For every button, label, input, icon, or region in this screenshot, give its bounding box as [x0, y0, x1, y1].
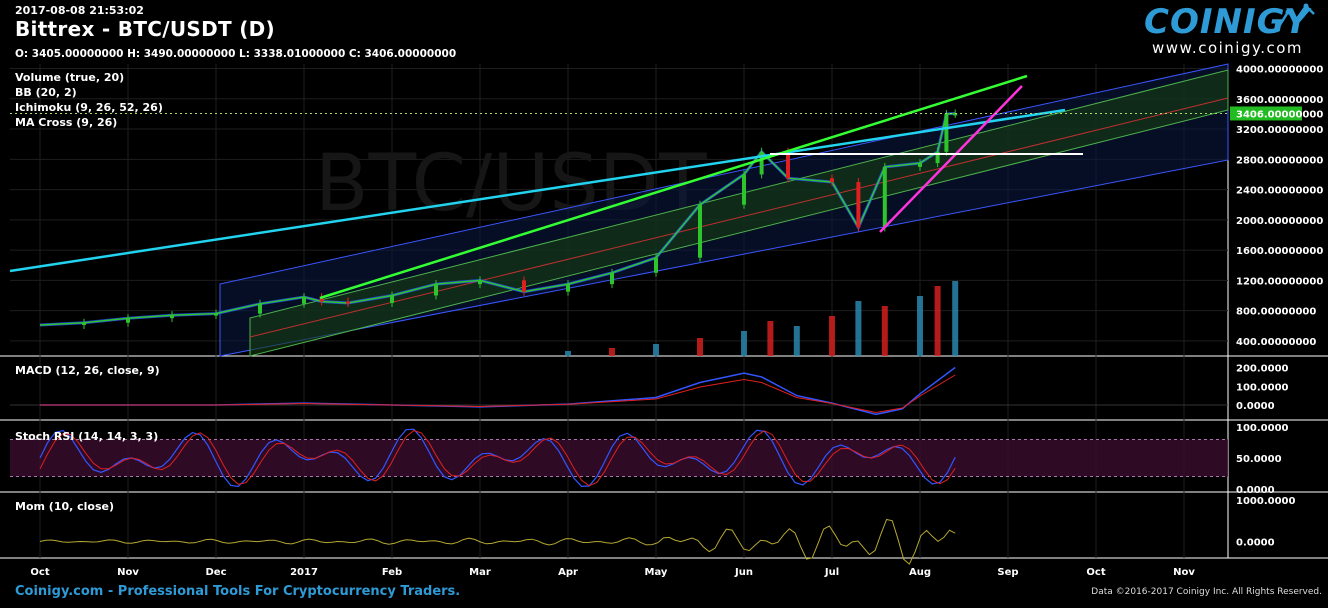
logo-brand: COINIGY: [1144, 2, 1312, 42]
candle-body: [944, 113, 949, 152]
volume-bar: [697, 338, 703, 356]
candle-body: [258, 303, 262, 314]
x-tick-label: Sep: [997, 567, 1018, 578]
x-tick-label: Nov: [117, 567, 139, 578]
candle-body: [214, 313, 218, 316]
footer-tagline[interactable]: Coinigy.com - Professional Tools For Cry…: [15, 584, 460, 599]
indicator-ichimoku[interactable]: Ichimoku (9, 26, 52, 26): [15, 101, 163, 114]
last-price-label: 3406.00000000: [1236, 109, 1323, 120]
price-tick-label: 2800.00000000: [1236, 155, 1323, 166]
candle-body: [302, 296, 306, 304]
price-tick-label: 4000.00000000: [1236, 65, 1323, 76]
macd-tick-label: 100.0000: [1236, 382, 1289, 393]
candle-body: [346, 301, 350, 304]
pair-title: Bittrex - BTC/USDT (D): [15, 17, 275, 41]
volume-bar: [934, 286, 941, 356]
candle-body: [566, 284, 570, 292]
price-tick-label: 800.00000000: [1236, 307, 1316, 318]
candle-body: [882, 166, 887, 228]
volume-bar: [767, 321, 774, 356]
timestamp: 2017-08-08 21:53:02: [15, 4, 144, 17]
volume-bar: [952, 281, 959, 356]
indicator-volume[interactable]: Volume (true, 20): [15, 71, 124, 84]
x-tick-label: Feb: [382, 567, 402, 578]
volume-bar: [741, 331, 747, 356]
chart-screen: Oct Nov Dec 2017 Feb Mar Apr May Jun Jul Aug Sep Oct…: [0, 0, 1328, 608]
momentum-panel-label[interactable]: Mom (10, close): [15, 500, 114, 513]
candle-body: [856, 182, 861, 228]
candle-body: [170, 315, 174, 319]
x-tick-label: Oct: [1086, 567, 1105, 578]
x-tick-label: Nov: [1173, 567, 1195, 578]
x-tick-label: Oct: [30, 567, 49, 578]
volume-bar: [609, 348, 615, 356]
stoch-tick-label: 100.0000: [1236, 423, 1289, 434]
macd-tick-label: 0.0000: [1236, 401, 1275, 412]
candle-body: [786, 151, 790, 179]
volume-bar: [793, 326, 800, 356]
candle-body: [698, 204, 702, 258]
candle-body: [830, 178, 834, 183]
stoch-tick-label: 0.0000: [1236, 485, 1275, 496]
volume-bar: [881, 306, 888, 356]
x-tick-label: Apr: [558, 567, 578, 578]
coinigy-logo-graphic: COINIGY www.coinigy.com: [1144, 2, 1315, 57]
candle-body: [522, 280, 526, 292]
volume-bar: [565, 351, 571, 356]
candle-body: [390, 295, 394, 304]
macd-tick-label: 200.0000: [1236, 364, 1289, 375]
momentum-line: [39, 518, 956, 565]
macd-line: [40, 366, 956, 416]
macd-panel-label[interactable]: MACD (12, 26, close, 9): [15, 364, 160, 377]
x-tick-label: Jul: [824, 567, 839, 578]
candle-body: [918, 163, 922, 167]
x-tick-label: Dec: [205, 567, 226, 578]
x-tick-label: May: [645, 567, 668, 578]
footer-copyright: Data ©2016-2017 Coinigy Inc. All Rights …: [1091, 587, 1322, 597]
volume-bar: [653, 344, 659, 356]
price-tick-label: 2400.00000000: [1236, 186, 1323, 197]
price-tick-label: 1600.00000000: [1236, 246, 1323, 257]
price-tick-label: 2000.00000000: [1236, 216, 1323, 227]
indicator-bb[interactable]: BB (20, 2): [15, 86, 77, 99]
price-tick-label: 400.00000000: [1236, 337, 1316, 348]
candle-body: [742, 174, 746, 205]
coinigy-logo[interactable]: COINIGY www.coinigy.com: [1142, 0, 1322, 60]
volume-bar: [855, 301, 862, 356]
ohlc-readout: O: 3405.00000000 H: 3490.00000000 L: 333…: [15, 48, 457, 60]
x-tick-label: Aug: [909, 567, 931, 578]
candle-body: [82, 322, 86, 325]
price-tick-label: 3600.00000000: [1236, 95, 1323, 106]
stoch-tick-label: 50.0000: [1236, 454, 1282, 465]
price-tick-label: 1200.00000000: [1236, 276, 1323, 287]
stoch-rsi-panel-label[interactable]: Stoch RSI (14, 14, 3, 3): [15, 430, 158, 443]
main-chart[interactable]: Oct Nov Dec 2017 Feb Mar Apr May Jun Jul Aug Sep Oct…: [0, 0, 1328, 608]
indicator-ma-cross[interactable]: MA Cross (9, 26): [15, 116, 117, 129]
candle-body: [654, 257, 658, 273]
candle-body: [434, 284, 438, 296]
candle-body: [478, 280, 482, 285]
candle-body: [126, 318, 130, 323]
momentum-tick-label: 1000.0000: [1236, 496, 1296, 507]
momentum-tick-label: 0.0000: [1236, 537, 1275, 548]
logo-url: www.coinigy.com: [1152, 39, 1303, 57]
x-tick-label: Jun: [734, 567, 753, 578]
x-tick-label: 2017: [290, 567, 318, 578]
volume-bar: [829, 316, 835, 356]
volume-bar: [917, 296, 923, 356]
x-tick-label: Mar: [469, 567, 491, 578]
price-tick-label: 3200.00000000: [1236, 125, 1323, 136]
candle-body: [610, 272, 614, 285]
